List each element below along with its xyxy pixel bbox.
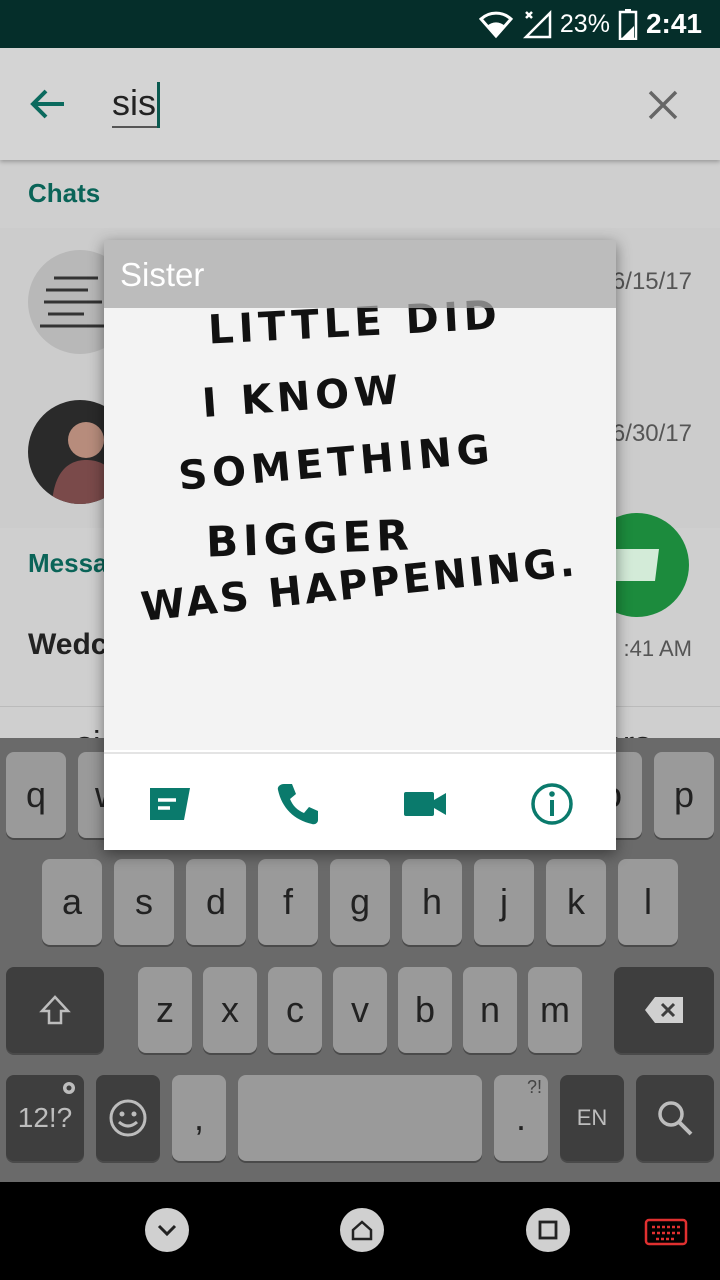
video-call-icon[interactable]	[402, 780, 450, 828]
suggestion-left[interactable]: si	[76, 725, 101, 738]
settings-gear-icon	[63, 1082, 75, 1094]
symbols-key[interactable]: 12!?	[6, 1075, 84, 1161]
note-line: SOMETHING	[176, 426, 497, 500]
chevron-down-icon	[157, 1224, 177, 1237]
cellular-signal-icon	[522, 9, 552, 39]
recents-button[interactable]	[526, 1208, 570, 1252]
period-key[interactable]: . ?!	[494, 1075, 548, 1161]
key-k[interactable]: k	[546, 859, 606, 945]
message-time: :41 AM	[623, 636, 692, 661]
wifi-icon	[478, 11, 513, 39]
popup-action-bar	[104, 752, 616, 850]
contact-name: Sister	[120, 256, 205, 293]
status-icons: 23% 2:41	[478, 6, 702, 42]
comma-key[interactable]: ,	[172, 1075, 226, 1161]
section-title-chats: Chats	[28, 178, 101, 208]
chat-date: 6/15/17	[611, 268, 692, 295]
symbols-label: 12!?	[17, 1102, 73, 1133]
key-m[interactable]: m	[528, 967, 582, 1053]
key-j[interactable]: j	[474, 859, 534, 945]
contact-profile-popup: LITTLE DID I KNOW SOMETHING BIGGER WAS H…	[104, 240, 616, 850]
note-line: I KNOW	[200, 367, 405, 427]
key-l[interactable]: l	[618, 859, 678, 945]
text-cursor	[157, 82, 160, 128]
hide-keyboard-button[interactable]	[145, 1208, 189, 1252]
period-label: .	[515, 1097, 526, 1138]
emoji-key[interactable]	[96, 1075, 160, 1161]
search-icon	[658, 1101, 693, 1136]
backspace-key[interactable]	[614, 967, 714, 1053]
keyboard-switcher-icon[interactable]	[644, 1218, 688, 1246]
key-x[interactable]: x	[203, 967, 257, 1053]
home-icon	[351, 1220, 373, 1241]
section-title-messages: Messa	[28, 548, 108, 578]
key-a[interactable]: a	[42, 859, 102, 945]
key-g[interactable]: g	[330, 859, 390, 945]
backspace-icon	[645, 997, 683, 1023]
key-d[interactable]: d	[186, 859, 246, 945]
search-input[interactable]: sis	[112, 82, 160, 128]
shift-key[interactable]	[6, 967, 104, 1053]
key-n[interactable]: n	[463, 967, 517, 1053]
key-p[interactable]: p	[654, 752, 714, 838]
contact-name-bar: Sister	[104, 240, 616, 308]
key-v[interactable]: v	[333, 967, 387, 1053]
message-preview[interactable]: Wedc	[28, 628, 107, 662]
space-key[interactable]	[238, 1075, 482, 1161]
note-line: BIGGER	[205, 510, 415, 567]
key-s[interactable]: s	[114, 859, 174, 945]
recents-icon	[538, 1220, 558, 1240]
key-z[interactable]: z	[138, 967, 192, 1053]
key-f[interactable]: f	[258, 859, 318, 945]
clear-search-icon[interactable]	[646, 88, 680, 122]
info-icon[interactable]	[528, 780, 576, 828]
home-button[interactable]	[340, 1208, 384, 1252]
key-c[interactable]: c	[268, 967, 322, 1053]
navigation-bar	[0, 1182, 720, 1280]
profile-photo[interactable]: LITTLE DID I KNOW SOMETHING BIGGER WAS H…	[104, 240, 616, 750]
message-icon[interactable]	[146, 780, 194, 828]
search-key[interactable]	[636, 1075, 714, 1161]
clock: 2:41	[645, 8, 702, 39]
battery-charging-icon	[618, 9, 638, 40]
status-bar: 23% 2:41	[0, 0, 720, 48]
back-arrow-icon[interactable]	[26, 82, 70, 126]
key-h[interactable]: h	[402, 859, 462, 945]
call-icon[interactable]	[274, 780, 322, 828]
key-q[interactable]: q	[6, 752, 66, 838]
search-app-bar: sis	[0, 48, 720, 160]
battery-percent: 23%	[559, 9, 610, 38]
key-b[interactable]: b	[398, 967, 452, 1053]
shift-icon	[39, 995, 71, 1025]
chat-date: 6/30/17	[611, 420, 692, 447]
period-hint: ?!	[526, 1077, 542, 1097]
emoji-icon	[109, 1099, 147, 1137]
language-key[interactable]: EN	[560, 1075, 624, 1161]
